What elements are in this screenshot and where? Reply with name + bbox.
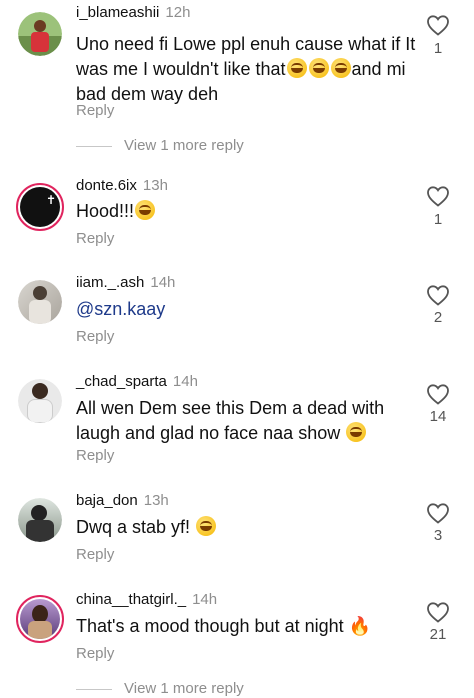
avatar[interactable]: ✝ bbox=[16, 183, 64, 231]
avatar[interactable] bbox=[18, 280, 62, 324]
comment-meta: china__thatgirl._ 14h bbox=[76, 591, 217, 608]
divider-line bbox=[76, 145, 112, 147]
username[interactable]: china__thatgirl._ bbox=[76, 591, 186, 608]
comment-text: All wen Dem see this Dem a dead with lau… bbox=[76, 398, 385, 443]
mention-link[interactable]: @szn.kaay bbox=[76, 299, 165, 319]
timestamp: 13h bbox=[142, 177, 168, 194]
laugh-emoji-icon bbox=[308, 58, 329, 78]
avatar[interactable] bbox=[16, 595, 64, 643]
fire-emoji-icon: 🔥 bbox=[348, 616, 372, 637]
reply-button[interactable]: Reply bbox=[76, 546, 114, 563]
heart-icon[interactable] bbox=[426, 185, 450, 207]
heart-icon[interactable] bbox=[426, 284, 450, 306]
username[interactable]: i_blameashii bbox=[76, 4, 159, 21]
reply-button[interactable]: Reply bbox=[76, 230, 114, 247]
laugh-emoji-icon bbox=[330, 58, 351, 78]
like-count: 14 bbox=[429, 408, 447, 425]
reply-button[interactable]: Reply bbox=[76, 328, 114, 345]
comment-text: Uno need fi Lowe ppl enuh cause what if … bbox=[76, 34, 416, 104]
avatar[interactable] bbox=[18, 379, 62, 423]
heart-icon[interactable] bbox=[426, 601, 450, 623]
comment-text: Hood!!! bbox=[76, 199, 416, 224]
like-count: 2 bbox=[433, 309, 443, 326]
username[interactable]: _chad_sparta bbox=[76, 373, 167, 390]
view-more-replies[interactable]: View 1 more reply bbox=[76, 680, 244, 697]
laugh-emoji-icon bbox=[196, 516, 217, 536]
comment-meta: donte.6ix 13h bbox=[76, 177, 168, 194]
timestamp: 14h bbox=[172, 373, 198, 390]
like-count: 3 bbox=[433, 527, 443, 544]
heart-icon[interactable] bbox=[426, 502, 450, 524]
laugh-emoji-icon bbox=[286, 58, 307, 78]
comment-meta: i_blameashii 12h bbox=[76, 4, 190, 21]
like-count: 21 bbox=[429, 626, 447, 643]
avatar[interactable] bbox=[18, 498, 62, 542]
comment-meta: _chad_sparta 14h bbox=[76, 373, 198, 390]
laugh-emoji-icon bbox=[135, 200, 156, 220]
comment-text: @szn.kaay bbox=[76, 297, 416, 322]
avatar[interactable] bbox=[18, 12, 62, 56]
timestamp: 14h bbox=[150, 274, 176, 291]
timestamp: 14h bbox=[192, 591, 218, 608]
laugh-emoji-icon bbox=[346, 422, 367, 442]
heart-icon[interactable] bbox=[426, 14, 450, 36]
username[interactable]: baja_don bbox=[76, 492, 138, 509]
view-more-replies[interactable]: View 1 more reply bbox=[76, 137, 244, 154]
username[interactable]: iiam._.ash bbox=[76, 274, 144, 291]
username[interactable]: donte.6ix bbox=[76, 177, 137, 194]
like-count: 1 bbox=[433, 40, 443, 57]
timestamp: 13h bbox=[143, 492, 169, 509]
timestamp: 12h bbox=[165, 4, 191, 21]
reply-button[interactable]: Reply bbox=[76, 102, 114, 119]
comment-text: Dwq a stab yf! bbox=[76, 515, 416, 540]
heart-icon[interactable] bbox=[426, 383, 450, 405]
like-count: 1 bbox=[433, 211, 443, 228]
comment-meta: baja_don 13h bbox=[76, 492, 169, 509]
reply-button[interactable]: Reply bbox=[76, 447, 114, 464]
divider-line bbox=[76, 688, 112, 690]
comment-text: That's a mood though but at night 🔥 bbox=[76, 616, 372, 637]
reply-button[interactable]: Reply bbox=[76, 645, 114, 662]
comment-meta: iiam._.ash 14h bbox=[76, 274, 175, 291]
